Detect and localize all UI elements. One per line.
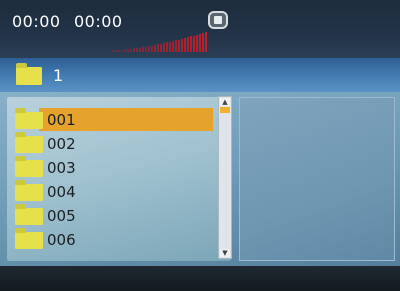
- level-bar: [112, 50, 114, 52]
- level-bar: [124, 49, 126, 52]
- level-bar: [115, 50, 117, 52]
- level-bar: [187, 37, 189, 52]
- list-item-label: 005: [47, 207, 76, 225]
- elapsed-time: 00:00: [12, 12, 61, 31]
- level-bar: [130, 49, 132, 52]
- level-bar: [169, 42, 171, 52]
- level-bar: [121, 50, 123, 52]
- preview-panel: [239, 97, 395, 261]
- level-bar: [205, 32, 207, 52]
- level-bar: [163, 43, 165, 52]
- folder-icon: [15, 156, 43, 177]
- level-bar: [145, 47, 147, 52]
- list-item[interactable]: 003: [7, 156, 215, 179]
- level-bar: [157, 44, 159, 52]
- list-item-label: 002: [47, 135, 76, 153]
- file-list[interactable]: 001 002 003 004 005 006: [7, 97, 231, 261]
- scroll-thumb[interactable]: [220, 107, 230, 113]
- current-folder-label: 1: [53, 66, 64, 85]
- list-item[interactable]: 002: [7, 132, 215, 155]
- level-bar: [154, 45, 156, 52]
- folder-icon: [15, 180, 43, 201]
- level-bar: [190, 36, 192, 52]
- status-bar: 00:00 00:00: [0, 0, 400, 58]
- level-bar: [139, 48, 141, 52]
- folder-icon: [15, 132, 43, 153]
- list-item-label: 004: [47, 183, 76, 201]
- folder-icon: [15, 108, 43, 129]
- audio-level-meter-icon: [112, 30, 208, 52]
- level-bar: [133, 48, 135, 52]
- level-bar: [202, 33, 204, 52]
- level-bar: [184, 38, 186, 52]
- bottom-bar: [0, 266, 400, 291]
- list-item-label: 001: [47, 111, 76, 129]
- level-bar: [172, 41, 174, 52]
- level-bar: [118, 50, 120, 52]
- level-bar: [142, 47, 144, 52]
- list-item[interactable]: 001: [7, 108, 215, 131]
- level-bar: [160, 44, 162, 52]
- list-item[interactable]: 006: [7, 228, 215, 251]
- level-bar: [127, 49, 129, 52]
- scroll-up-arrow-icon[interactable]: ▲: [220, 98, 230, 106]
- level-bar: [166, 42, 168, 52]
- level-bar: [178, 40, 180, 52]
- level-bar: [196, 35, 198, 52]
- list-item-label: 006: [47, 231, 76, 249]
- list-scrollbar[interactable]: ▲ ▼: [218, 96, 232, 259]
- level-bar: [181, 39, 183, 52]
- folder-icon: [15, 228, 43, 249]
- level-bar: [199, 34, 201, 52]
- list-item-label: 003: [47, 159, 76, 177]
- list-item[interactable]: 004: [7, 180, 215, 203]
- level-bar: [193, 36, 195, 52]
- folder-icon: [16, 63, 42, 85]
- scroll-down-arrow-icon[interactable]: ▼: [220, 249, 230, 257]
- stop-icon[interactable]: [208, 11, 228, 29]
- level-bar: [151, 46, 153, 52]
- level-bar: [136, 48, 138, 52]
- level-bar: [175, 40, 177, 52]
- folder-icon: [15, 204, 43, 225]
- list-item[interactable]: 005: [7, 204, 215, 227]
- level-bar: [148, 46, 150, 52]
- dvd-file-browser: 00:00 00:00 1 001 002 003 004 005 006 ▲ …: [0, 0, 400, 291]
- total-time: 00:00: [74, 12, 123, 31]
